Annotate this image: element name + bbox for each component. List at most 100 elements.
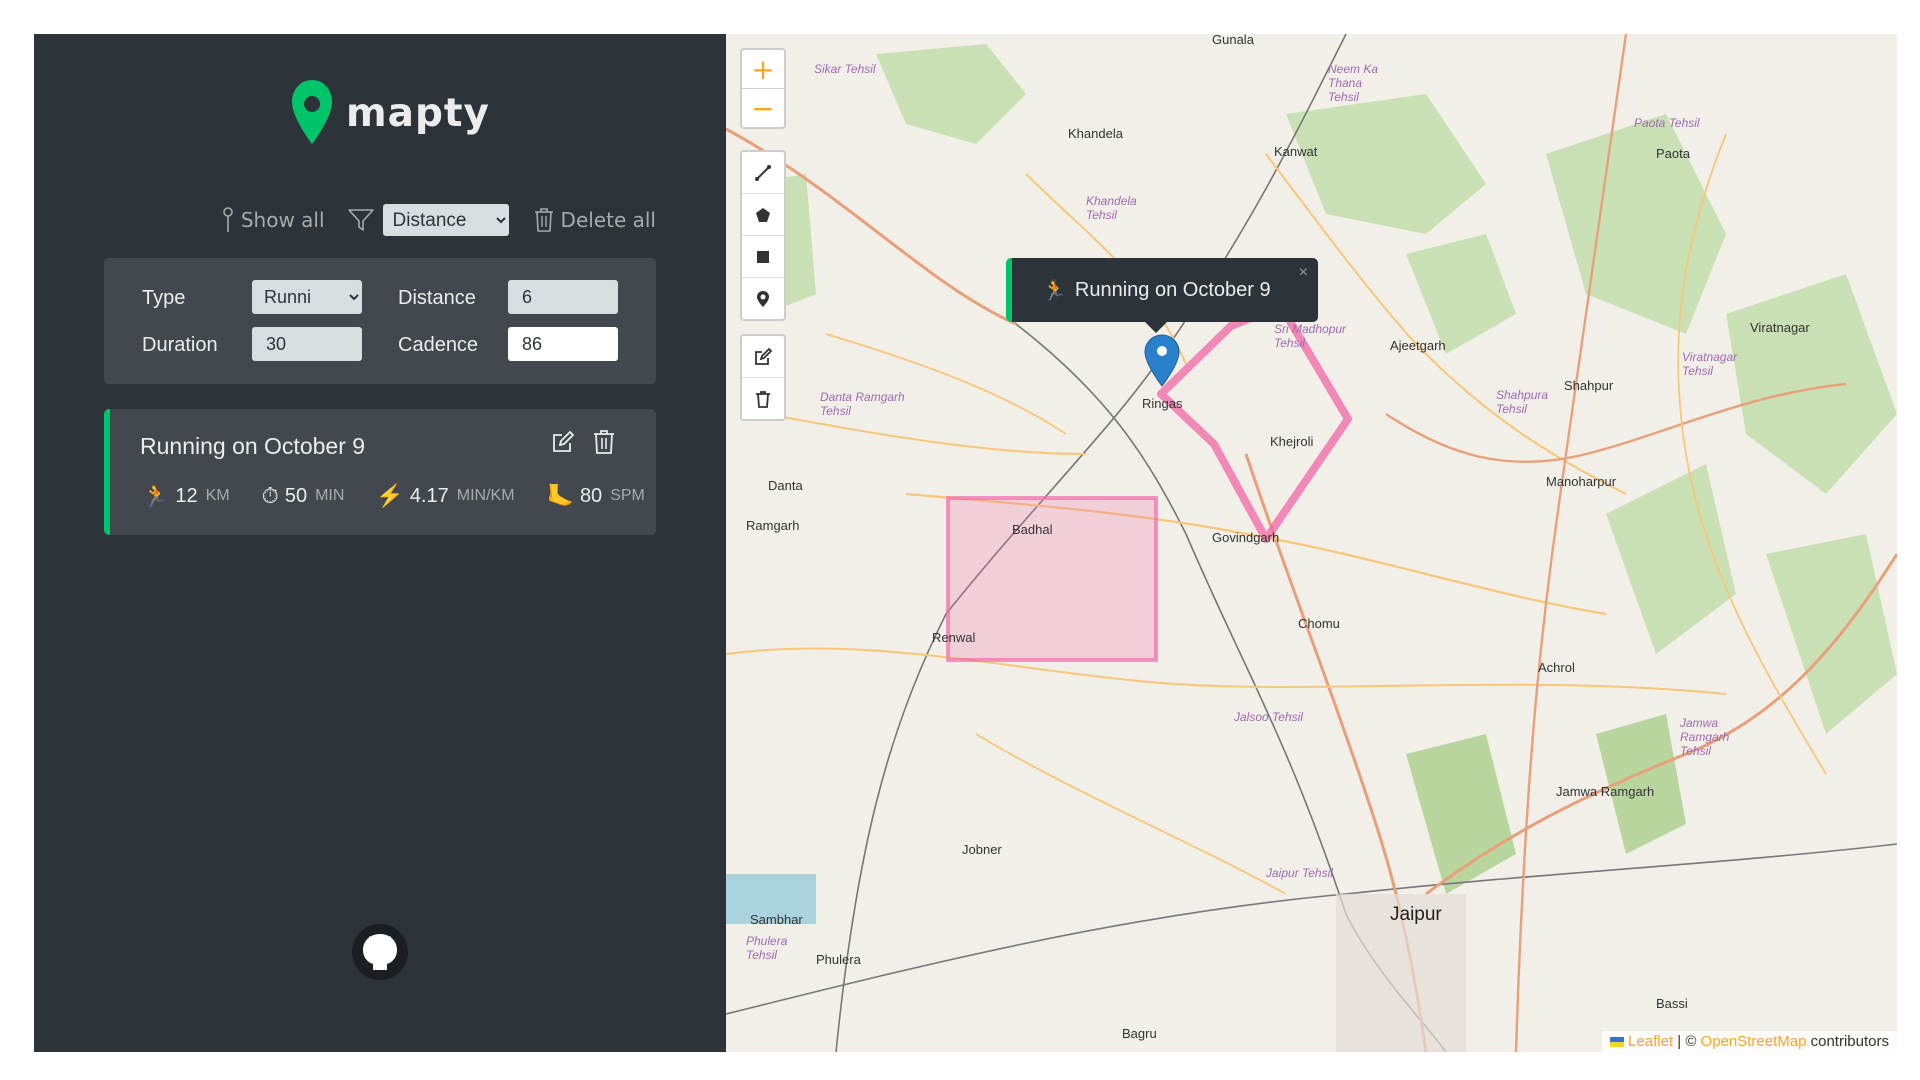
- map-tiles: [726, 34, 1897, 1052]
- map[interactable]: Gunala Sikar Tehsil Khandela Kanwat Neem…: [726, 34, 1897, 1052]
- show-all-button[interactable]: Show all: [221, 207, 325, 233]
- detail-pace: ⚡ 4.17 MIN/KM: [376, 483, 514, 509]
- map-pin-logo-icon: [292, 80, 332, 144]
- edit-icon: [755, 347, 773, 365]
- zoom-out-button[interactable]: −: [742, 89, 784, 127]
- type-select[interactable]: Runni: [252, 280, 362, 314]
- lightning-icon: ⚡: [376, 483, 404, 508]
- distance-label: Distance: [398, 287, 476, 309]
- leaflet-link[interactable]: Leaflet: [1628, 1033, 1673, 1050]
- map-label: Jobner: [962, 842, 1002, 857]
- sidebar: mapty Show all Distance Delete all Type …: [34, 34, 726, 1052]
- show-all-label: Show all: [240, 208, 325, 232]
- duration-label: Duration: [142, 334, 218, 356]
- polygon-icon: [756, 207, 770, 222]
- type-label: Type: [142, 287, 186, 309]
- edit-icon[interactable]: [550, 429, 576, 455]
- map-label: Danta: [768, 478, 803, 493]
- github-link[interactable]: [352, 924, 408, 980]
- delete-all-label: Delete all: [560, 208, 656, 232]
- attribution-separator: | ©: [1673, 1033, 1701, 1050]
- app: mapty Show all Distance Delete all Type …: [34, 34, 1897, 1052]
- map-label: Shahpura Tehsil: [1496, 388, 1549, 416]
- draw-toolbar: [740, 150, 786, 321]
- map-label: Jamwa Ramgarh: [1556, 784, 1655, 799]
- map-label: Jamwa Ramgarh Tehsil: [1680, 716, 1730, 758]
- map-label: Khandela: [1068, 126, 1123, 141]
- trash-icon: [534, 208, 553, 232]
- map-label: Bagru: [1122, 1026, 1157, 1041]
- popup-close-button[interactable]: ×: [1299, 264, 1308, 282]
- map-label: Jaipur: [1390, 904, 1442, 925]
- duration-unit: MIN: [315, 487, 345, 504]
- map-label: Jaipur Tehsil: [1266, 866, 1333, 880]
- delete-all-button[interactable]: Delete all: [533, 207, 656, 233]
- detail-duration: ⏱ 50 MIN: [262, 483, 345, 509]
- map-label: Viratnagar: [1750, 320, 1810, 335]
- osm-link[interactable]: OpenStreetMap: [1701, 1033, 1807, 1050]
- pace-unit: MIN/KM: [456, 487, 515, 504]
- map-label: Kanwat: [1274, 144, 1318, 159]
- logo: mapty: [290, 78, 490, 148]
- delete-layers-button[interactable]: [742, 378, 784, 419]
- duration-input[interactable]: [252, 327, 362, 361]
- marker-icon: [757, 290, 769, 307]
- workout-actions: [550, 429, 616, 455]
- map-label: Danta Ramgarh Tehsil: [820, 390, 905, 418]
- map-label: Gunala: [1212, 34, 1254, 47]
- map-label: Khejroli: [1270, 434, 1314, 449]
- cadence-input[interactable]: [508, 327, 618, 361]
- edit-layers-button[interactable]: [742, 336, 784, 378]
- stopwatch-icon: ⏱: [261, 483, 279, 508]
- map-label: Ajeetgarh: [1390, 338, 1446, 353]
- popup-text: Running on October 9: [1074, 278, 1271, 301]
- distance-input[interactable]: [508, 280, 618, 314]
- map-label: Ramgarh: [746, 518, 800, 533]
- map-label: Manoharpur: [1546, 474, 1617, 489]
- distance-unit: KM: [205, 487, 230, 504]
- edit-toolbar: [740, 334, 786, 421]
- ukraine-flag-icon: [1609, 1037, 1624, 1048]
- workout-popup[interactable]: 🏃 Running on October 9 ×: [1006, 258, 1318, 322]
- map-label: Paota: [1656, 146, 1690, 161]
- draw-polygon-button[interactable]: [742, 194, 784, 236]
- draw-marker-button[interactable]: [742, 278, 784, 319]
- map-label: Renwal: [932, 630, 976, 645]
- zoom-in-button[interactable]: +: [742, 50, 784, 89]
- map-label: Badhal: [1012, 522, 1053, 537]
- map-label: Sambhar: [750, 912, 803, 927]
- sort-select[interactable]: Distance: [382, 204, 509, 236]
- logo-text: mapty: [346, 90, 490, 136]
- map-label: Khandela Tehsil: [1086, 194, 1137, 222]
- draw-polyline-button[interactable]: [742, 152, 784, 194]
- workout-details: 🏃 12 KM ⏱ 50 MIN ⚡ 4.17 MIN/KM 🦶 80 SPM: [142, 483, 645, 509]
- map-label: Ringas: [1142, 396, 1183, 411]
- map-label: Paota Tehsil: [1634, 116, 1700, 130]
- duration-value: 50: [284, 484, 308, 507]
- workout-card[interactable]: Running on October 9 🏃 12 KM ⏱ 50 MIN ⚡ …: [104, 409, 656, 535]
- detail-cadence: 🦶 80 SPM: [547, 483, 645, 509]
- map-label: Achrol: [1538, 660, 1575, 675]
- runner-icon: 🏃: [142, 483, 170, 508]
- draw-rectangle-button[interactable]: [742, 236, 784, 278]
- map-label: Shahpur: [1564, 378, 1614, 393]
- cadence-value: 80: [579, 484, 603, 507]
- map-label: Phulera: [816, 952, 861, 967]
- zoom-control: + −: [740, 48, 786, 129]
- filter-icon: [347, 209, 374, 231]
- pin-icon: [223, 207, 233, 232]
- cadence-label: Cadence: [398, 334, 479, 356]
- popup-tip: [1144, 321, 1168, 333]
- map-label: Neem Ka Thana Tehsil: [1328, 62, 1379, 104]
- map-label: Phulera Tehsil: [746, 934, 788, 962]
- map-label: Chomu: [1298, 616, 1340, 631]
- workout-title: Running on October 9: [140, 433, 366, 459]
- attribution-suffix: contributors: [1806, 1033, 1889, 1050]
- workout-form: Type Runni Distance Duration Cadence: [104, 258, 656, 384]
- map-label: Jalsoo Tehsil: [1234, 710, 1303, 724]
- delete-workout-icon[interactable]: [592, 429, 616, 455]
- cadence-unit: SPM: [610, 487, 645, 504]
- map-label: Sikar Tehsil: [814, 62, 876, 76]
- runner-icon: 🏃: [1042, 279, 1067, 302]
- github-icon: [352, 924, 408, 980]
